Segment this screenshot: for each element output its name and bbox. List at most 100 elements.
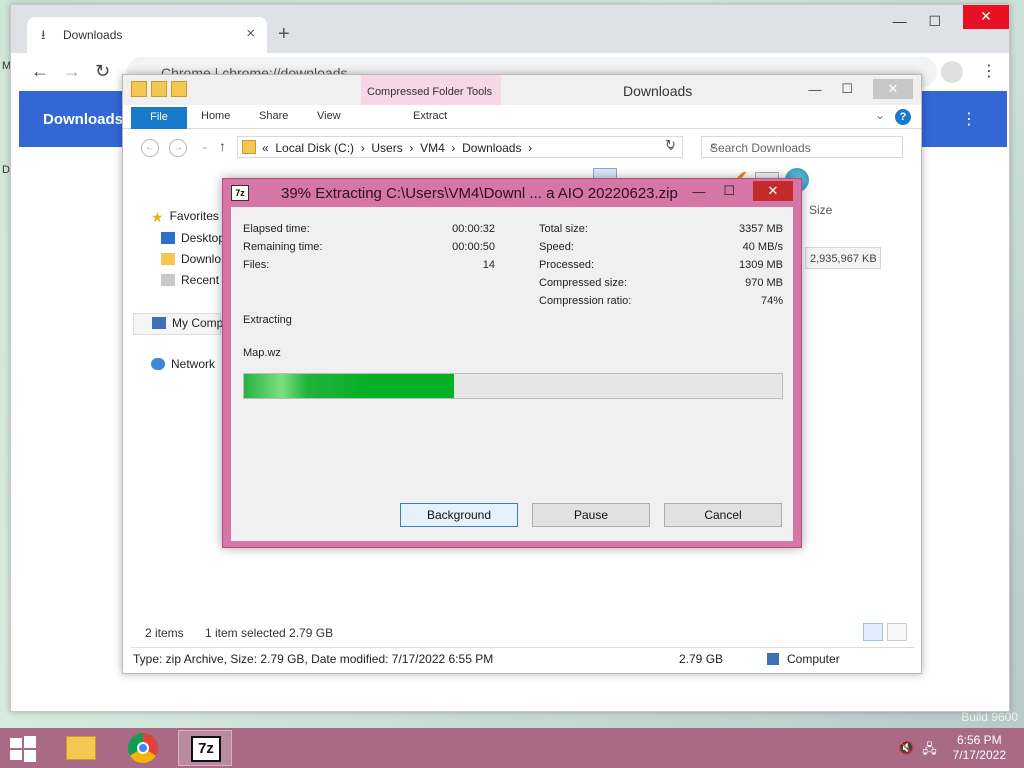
clock-time: 6:56 PM	[956, 733, 1002, 747]
recent-places-icon	[161, 274, 175, 286]
file-size-cell: 2,935,967 KB	[805, 247, 881, 269]
download-icon: ⭳	[41, 27, 46, 42]
tab-home[interactable]: Home	[201, 110, 230, 122]
explorer-title: Downloads	[623, 83, 693, 99]
sevenzip-taskbar-icon[interactable]: 7z	[178, 730, 232, 766]
stat-label: Processed:	[539, 259, 595, 271]
tab-view[interactable]: View	[317, 110, 341, 122]
close-icon[interactable]: ✕	[873, 79, 913, 99]
contextual-tab-label: Compressed Folder Tools	[367, 86, 493, 98]
nav-favorites[interactable]: ★ Favorites	[151, 209, 219, 225]
downloads-folder-icon	[161, 253, 175, 265]
current-file: Map.wz	[243, 347, 281, 359]
nav-network[interactable]: Network	[151, 357, 215, 371]
item-count: 2 items	[145, 626, 184, 640]
forward-icon[interactable]: →	[63, 61, 81, 82]
selection-info: 1 item selected 2.79 GB	[205, 626, 334, 640]
up-icon[interactable]: ↑	[219, 138, 226, 154]
close-tab-icon[interactable]: ×	[246, 25, 255, 42]
minimize-icon[interactable]: —	[892, 13, 906, 30]
breadcrumb: « Local Disk (C:) › Users › VM4 › Downlo…	[262, 141, 533, 155]
clock[interactable]: 6:56 PM 7/17/2022	[953, 733, 1006, 763]
desktop-fragment: D	[2, 164, 10, 176]
address-row: ← → ⌄ ↑ « Local Disk (C:) › Users › VM4 …	[123, 133, 921, 163]
back-icon[interactable]: ←	[31, 61, 49, 82]
stat-value: 14	[482, 259, 495, 271]
stat-label: Speed:	[539, 241, 574, 253]
chrome-titlebar: ⭳ Downloads × + — ☐ ✕	[11, 5, 1009, 53]
cancel-button[interactable]: Cancel	[664, 503, 782, 527]
tab-extract[interactable]: Extract	[413, 110, 447, 122]
dialog-window-controls: — ☐ ✕	[692, 181, 793, 201]
stat-value: 74%	[760, 295, 783, 307]
chrome-taskbar-icon[interactable]	[116, 730, 170, 766]
build-watermark: Build 9600	[961, 710, 1018, 724]
forward-icon[interactable]: →	[169, 139, 187, 157]
progress-bar	[243, 373, 783, 399]
breadcrumb-users[interactable]: Users	[371, 141, 402, 155]
system-tray: 🔇 🖧	[898, 740, 937, 762]
contextual-tab-group: Compressed Folder Tools	[361, 75, 501, 109]
chrome-menu-icon[interactable]: ⋮	[981, 61, 997, 81]
volume-muted-icon[interactable]: 🔇	[898, 740, 914, 762]
maximize-icon[interactable]: ☐	[841, 81, 853, 97]
background-button[interactable]: Background	[400, 503, 518, 527]
minimize-icon[interactable]: —	[692, 184, 705, 199]
new-folder-icon[interactable]	[171, 81, 187, 97]
properties-icon[interactable]	[151, 81, 167, 97]
reload-icon[interactable]: ↻	[95, 61, 110, 82]
chrome-window-controls: — ☐ ✕	[892, 5, 1009, 30]
ribbon-tabs: File Home Share View Extract ⌄ ?	[123, 105, 921, 129]
stat-value: 40 MB/s	[742, 241, 783, 253]
stat-value: 00:00:50	[452, 241, 495, 253]
close-icon[interactable]: ✕	[753, 181, 793, 201]
new-tab-icon[interactable]: +	[278, 23, 290, 46]
stat-value: 3357 MB	[738, 223, 783, 235]
address-bar[interactable]: « Local Disk (C:) › Users › VM4 › Downlo…	[237, 136, 683, 158]
network-tray-icon[interactable]: 🖧	[922, 740, 937, 762]
pause-button[interactable]: Pause	[532, 503, 650, 527]
close-icon[interactable]: ✕	[963, 5, 1009, 29]
stat-label: Elapsed time:	[243, 223, 310, 235]
tab-file[interactable]: File	[131, 107, 187, 129]
tab-share[interactable]: Share	[259, 110, 288, 122]
windows-start-icon[interactable]	[10, 736, 38, 762]
ribbon-expand-icon[interactable]: ⌄	[875, 108, 885, 122]
more-actions-icon[interactable]: ⋮	[961, 109, 977, 129]
nav-recent[interactable]: Recent p	[161, 273, 229, 287]
file-explorer-taskbar-icon[interactable]	[54, 730, 108, 766]
breadcrumb-vm4[interactable]: VM4	[420, 141, 445, 155]
explorer-window-controls: — ☐ ✕	[808, 79, 913, 99]
profile-avatar[interactable]	[941, 61, 963, 83]
chrome-tab-downloads[interactable]: ⭳ Downloads ×	[27, 17, 267, 53]
minimize-icon[interactable]: —	[808, 82, 821, 97]
folder-icon	[242, 140, 256, 154]
maximize-icon[interactable]: ☐	[928, 13, 941, 30]
network-icon	[151, 358, 165, 370]
taskbar: 7z 🔇 🖧 6:56 PM 7/17/2022	[0, 728, 1024, 768]
nav-desktop[interactable]: Desktop	[161, 231, 225, 245]
stat-label: Total size:	[539, 223, 588, 235]
help-icon[interactable]: ?	[895, 109, 911, 125]
large-icons-view-icon[interactable]	[887, 623, 907, 641]
star-icon: ★	[151, 209, 164, 225]
stat-label: Compressed size:	[539, 277, 628, 289]
breadcrumb-overflow[interactable]: «	[262, 141, 269, 155]
refresh-icon[interactable]: ↻	[665, 137, 676, 153]
explorer-titlebar: Compressed Folder Tools Downloads — ☐ ✕	[123, 75, 921, 109]
recent-locations-icon[interactable]: ⌄	[201, 141, 209, 152]
nav-downloads[interactable]: Downlo	[161, 252, 221, 266]
dialog-title: 39% Extracting C:\Users\VM4\Downl ... a …	[281, 185, 678, 202]
breadcrumb-downloads[interactable]: Downloads	[462, 141, 521, 155]
search-input[interactable]: Search Downloads ⌕	[701, 136, 903, 158]
details-location: Computer	[787, 652, 840, 666]
nav-computer[interactable]: My Comp	[133, 313, 223, 335]
folder-icon[interactable]	[131, 81, 147, 97]
breadcrumb-local-disk[interactable]: Local Disk (C:)	[275, 141, 354, 155]
column-header-size[interactable]: Size	[809, 203, 832, 217]
desktop-icon	[161, 232, 175, 244]
details-size: 2.79 GB	[679, 652, 724, 666]
back-icon[interactable]: ←	[141, 139, 159, 157]
details-view-icon[interactable]	[863, 623, 883, 641]
maximize-icon[interactable]: ☐	[723, 183, 735, 199]
